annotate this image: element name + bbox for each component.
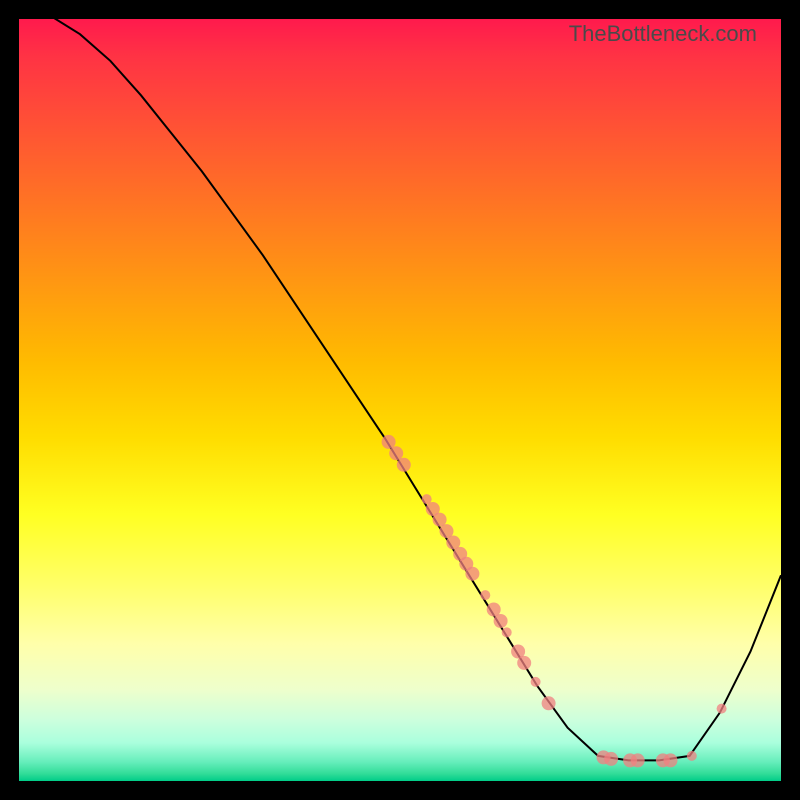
chart-area: TheBottleneck.com [19,19,781,781]
highlight-dot [687,751,697,761]
highlight-dot [389,446,403,460]
highlight-dot [604,752,618,766]
highlight-dot [397,458,411,472]
highlight-dot [382,435,396,449]
bottleneck-curve [19,19,781,760]
highlight-dot [664,753,678,767]
highlight-dot [494,614,508,628]
highlight-dots-group [382,435,727,768]
highlight-dot [502,627,512,637]
highlight-dot [631,753,645,767]
watermark-text: TheBottleneck.com [569,21,757,47]
highlight-dot [465,567,479,581]
highlight-dot [717,704,727,714]
highlight-dot [517,656,531,670]
highlight-dot [542,696,556,710]
highlight-dot [531,677,541,687]
highlight-dot [480,590,490,600]
plot-svg [19,19,781,781]
